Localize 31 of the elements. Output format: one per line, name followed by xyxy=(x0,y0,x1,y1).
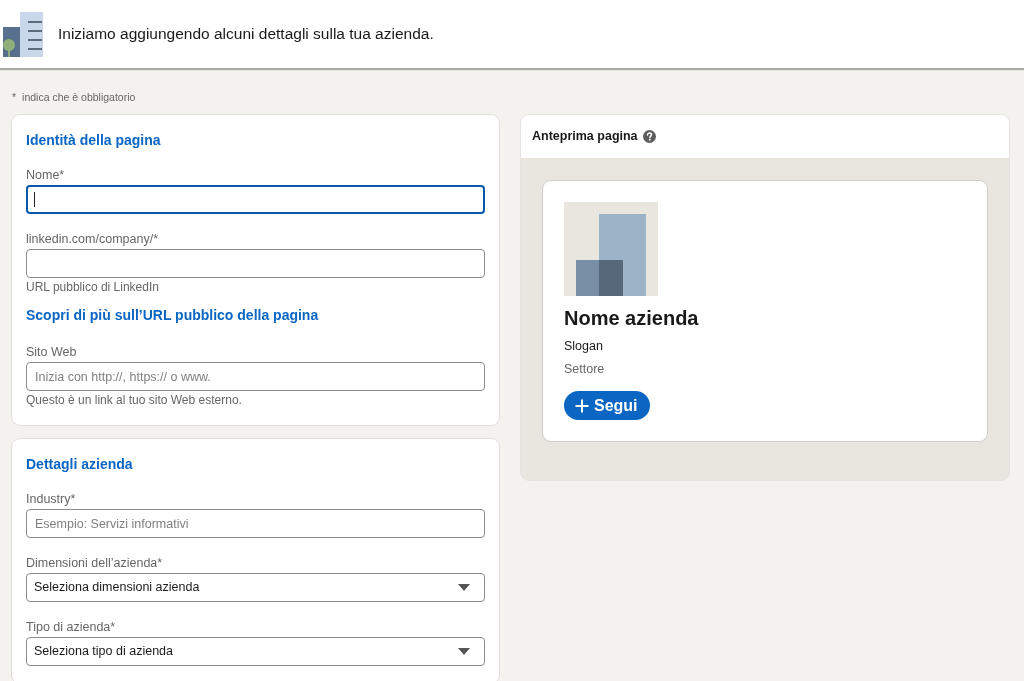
input-field[interactable]: Esempio: Servizi informativi xyxy=(26,509,485,538)
helper-text: URL pubblico di LinkedIn xyxy=(26,279,160,295)
preview-title: Anteprima pagina xyxy=(532,129,638,144)
dropdown-field[interactable]: Seleziona tipo di azienda xyxy=(26,637,485,666)
follow-button[interactable]: Segui xyxy=(564,391,650,420)
company-name: Nome azienda xyxy=(564,306,700,330)
input-field[interactable] xyxy=(26,185,485,214)
building-icon xyxy=(3,11,43,57)
company-industry: Settore xyxy=(564,361,606,377)
field-label: Dimensioni dell’azienda* xyxy=(26,555,164,571)
required-note: indica che è obbligatorio xyxy=(22,90,136,104)
field-label: Nome* xyxy=(26,167,66,183)
plus-icon xyxy=(575,398,589,413)
caret-icon xyxy=(458,584,470,591)
field-label: Tipo di azienda* xyxy=(26,619,117,635)
field-label: Sito Web xyxy=(26,344,78,360)
caret-icon xyxy=(458,648,470,655)
header-title: Iniziamo aggiungendo alcuni dettagli sulla tua azienda. xyxy=(58,24,434,44)
section-title: Identità della pagina xyxy=(26,131,162,150)
field-label: linkedin.com/company/* xyxy=(26,231,159,247)
required-marker: * xyxy=(12,90,17,104)
help-link[interactable]: Scopri di più sull’URL pubblico della pagina xyxy=(26,305,319,325)
field-label: Industry* xyxy=(26,491,77,507)
dropdown-field[interactable]: Seleziona dimensioni azienda xyxy=(26,573,485,602)
input-field[interactable] xyxy=(26,249,485,278)
helper-text: Questo è un link al tuo sito Web esterno. xyxy=(26,392,243,408)
company-tagline: Slogan xyxy=(564,338,604,354)
help-icon[interactable] xyxy=(642,130,656,143)
section-title: Dettagli azienda xyxy=(26,455,134,474)
input-field[interactable]: Inizia con http://, https:// o www. xyxy=(26,362,485,391)
text-cursor-icon xyxy=(34,192,35,207)
